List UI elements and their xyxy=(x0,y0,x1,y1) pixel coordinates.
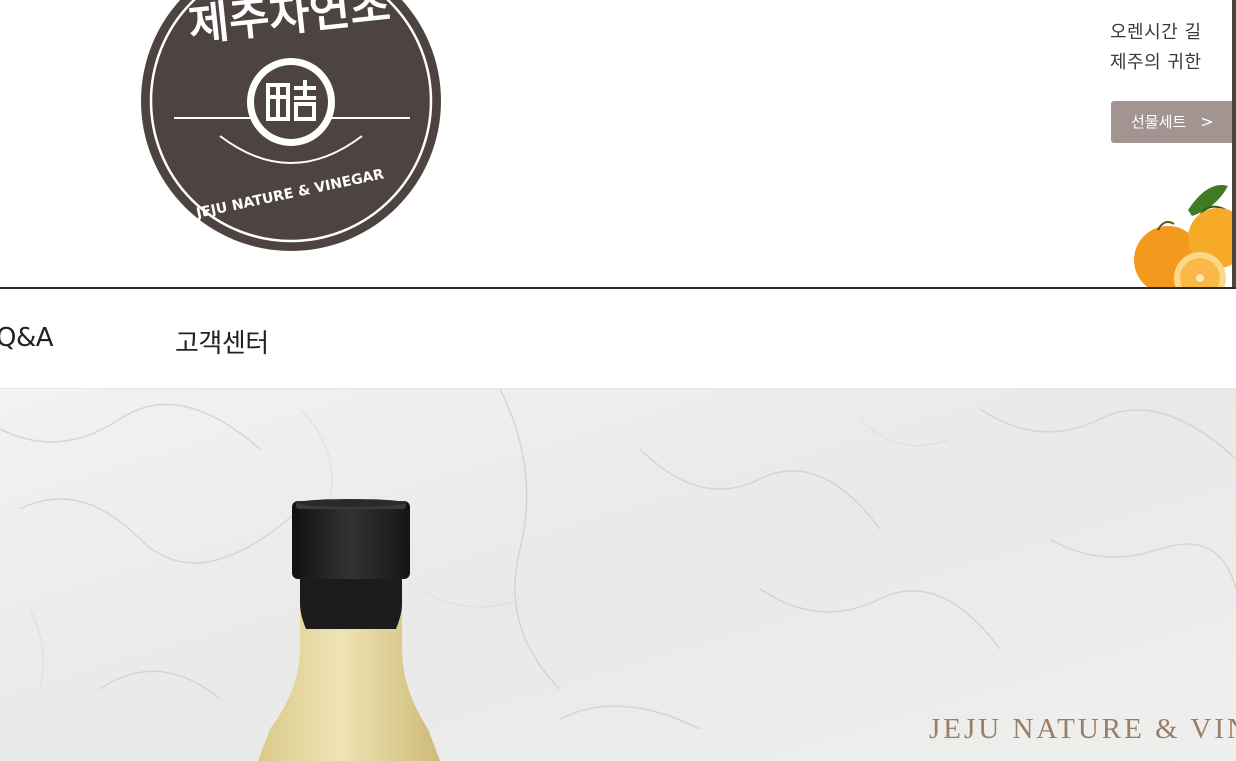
hero-tagline: JEJU NATURE & VIN xyxy=(929,713,1236,745)
chevron-right-icon: > xyxy=(1200,112,1214,131)
gift-set-button[interactable]: 선물세트 > xyxy=(1111,101,1236,143)
promo-line-1: 오렌시간 길 xyxy=(1110,22,1202,43)
nav-item-customer-center[interactable]: 고객센터 xyxy=(175,323,269,360)
promo-text: 오렌시간 길 제주의 귀한 xyxy=(1110,18,1202,78)
marble-background xyxy=(0,389,1236,761)
side-promo-banner[interactable]: 오렌시간 길 제주의 귀한 선물세트 > xyxy=(1110,0,1236,288)
nav-item-qna[interactable]: Q&A xyxy=(0,323,54,353)
gift-set-label: 선물세트 xyxy=(1131,113,1187,131)
promo-line-2: 제주의 귀한 xyxy=(1110,52,1202,73)
oranges-image xyxy=(1134,185,1236,288)
page: 제주자연초 JEJU NATURE & VINEGAR 오렌시간 길 제주의 귀… xyxy=(0,0,1236,761)
header: 제주자연초 JEJU NATURE & VINEGAR 오렌시간 길 제주의 귀… xyxy=(0,0,1236,289)
banner-edge xyxy=(1232,0,1236,288)
hero-banner[interactable]: JEJU NATURE & VIN xyxy=(0,389,1236,761)
main-nav: Q&A 고객센터 xyxy=(0,289,1236,389)
brand-logo[interactable]: 제주자연초 JEJU NATURE & VINEGAR xyxy=(140,0,442,252)
